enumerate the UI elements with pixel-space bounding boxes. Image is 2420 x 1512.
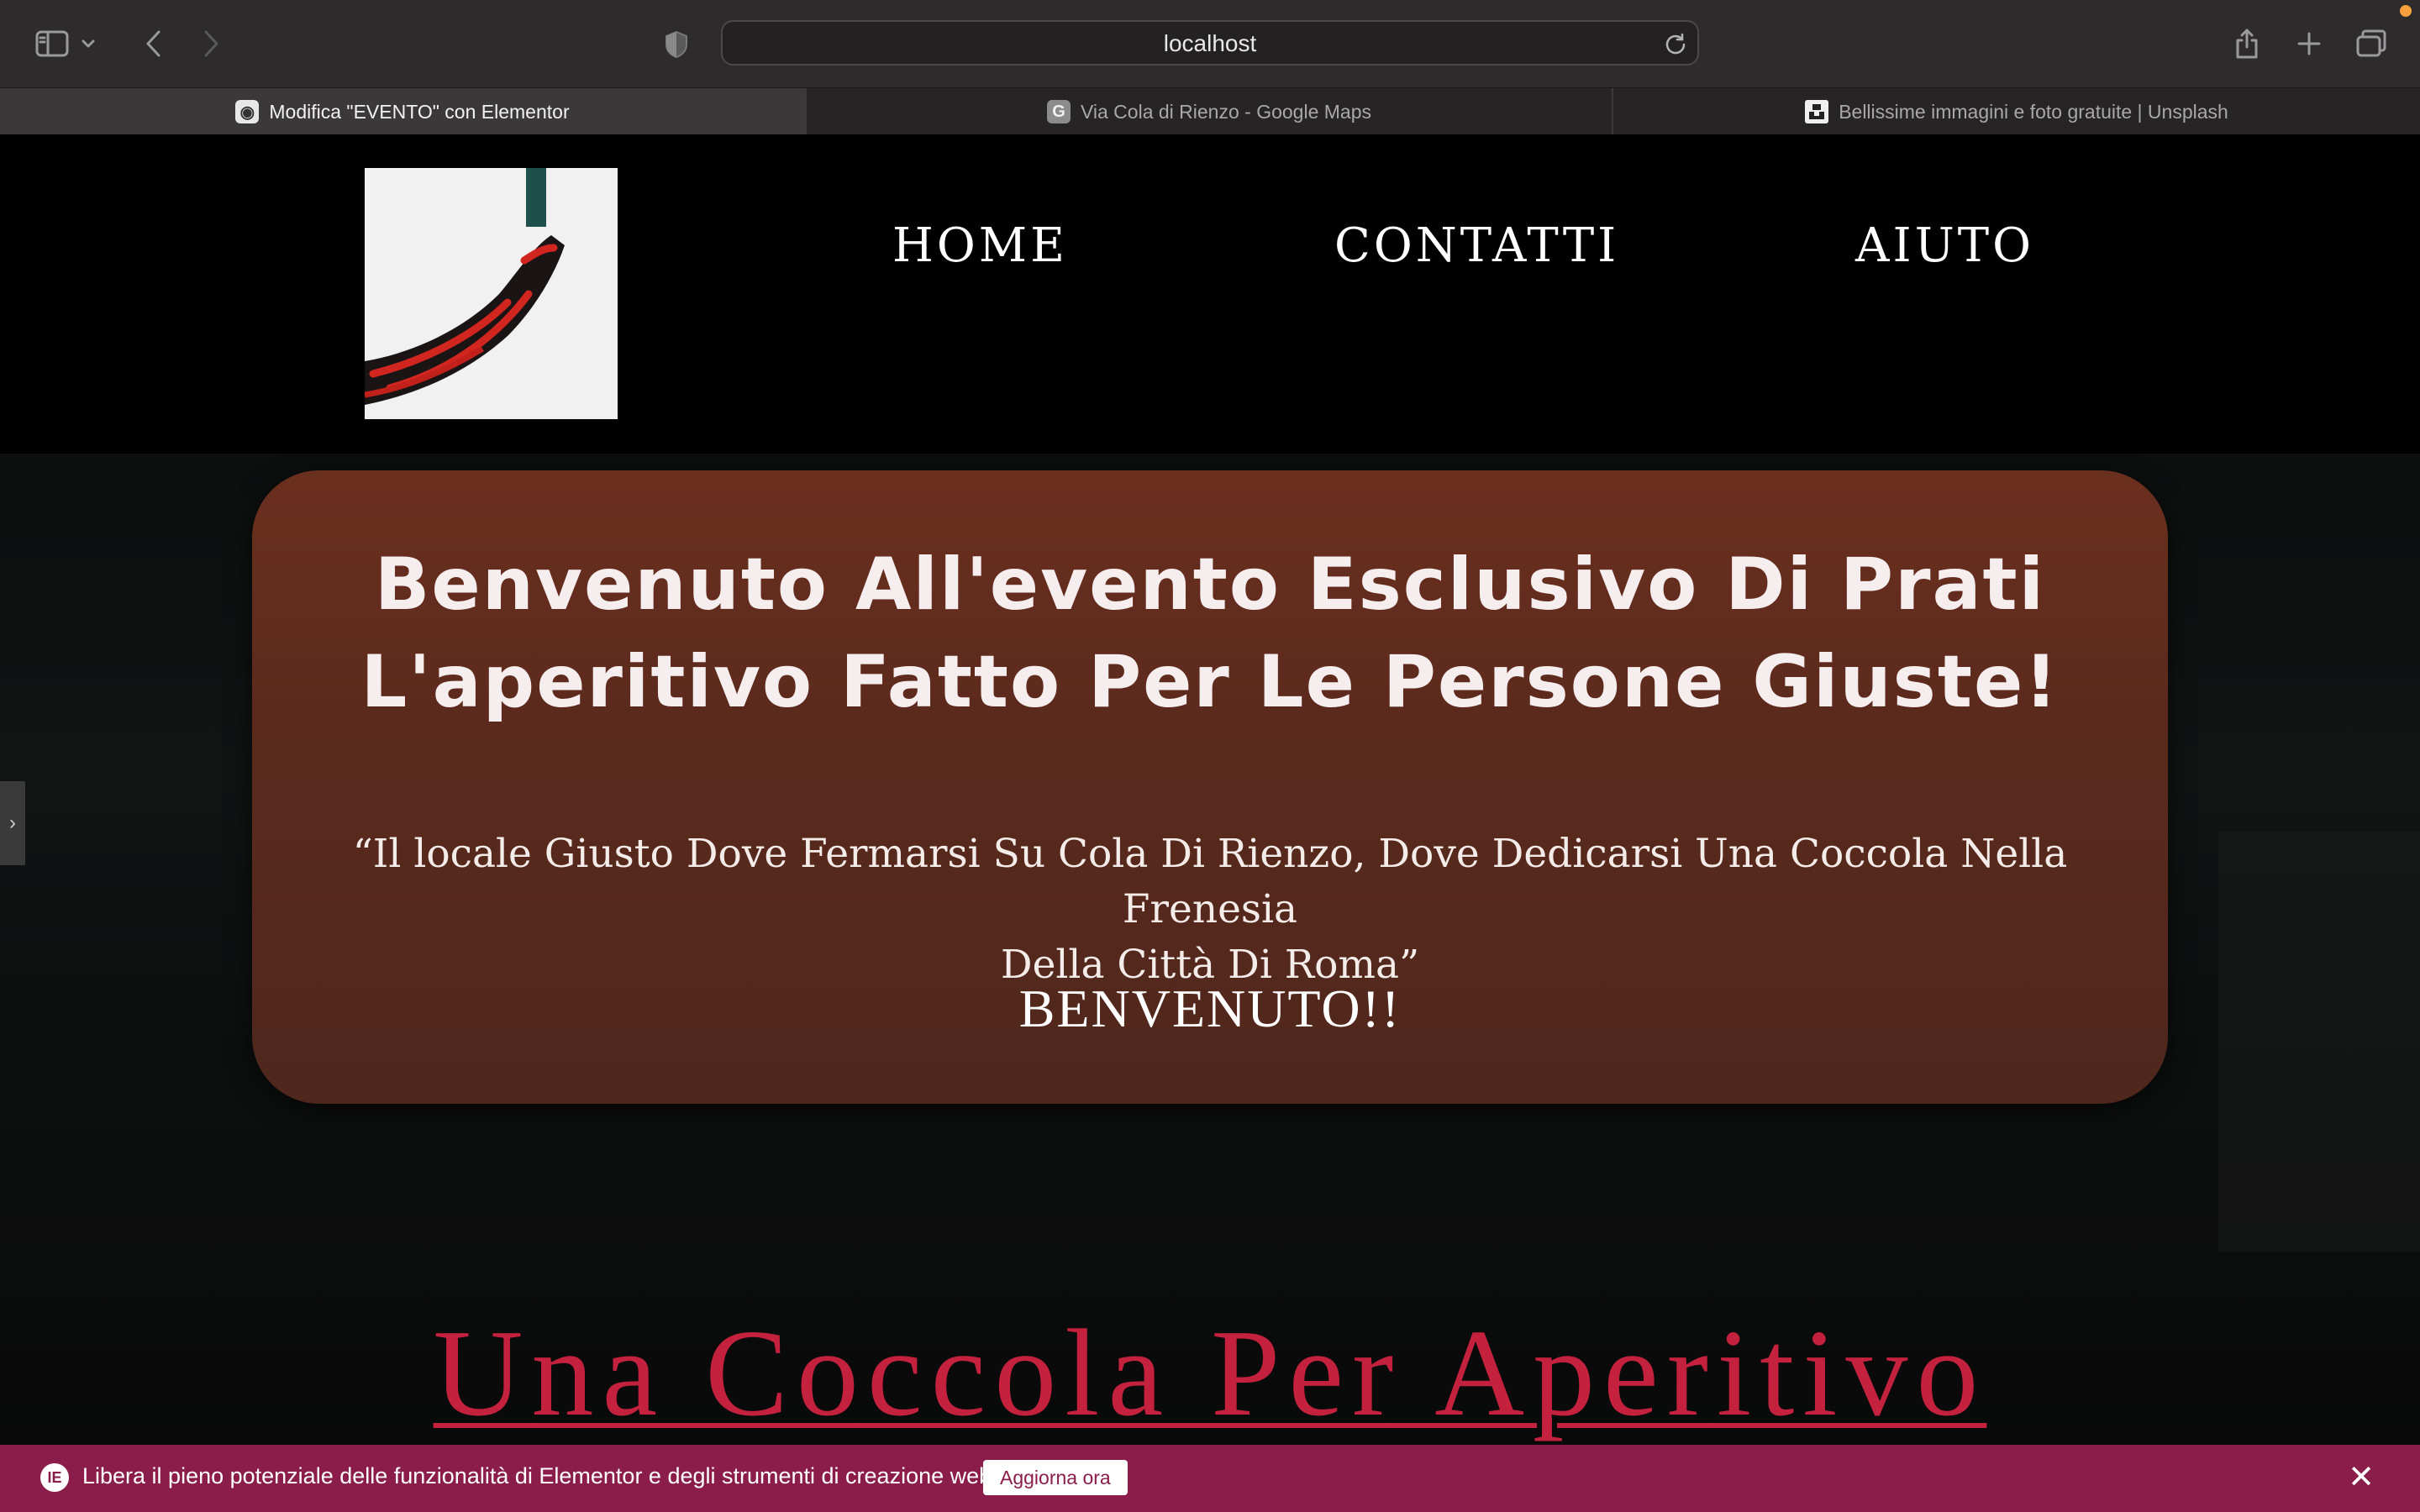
elementor-icon: IE: [40, 1463, 69, 1492]
chevron-down-icon[interactable]: [74, 22, 103, 66]
site-logo[interactable]: [365, 168, 618, 419]
close-icon[interactable]: ✕: [2348, 1462, 2375, 1494]
tab-title: Bellissime immagini e foto gratuite | Un…: [1839, 100, 2228, 123]
back-icon[interactable]: [131, 22, 175, 66]
elementor-favicon-icon: ◉: [235, 100, 260, 123]
browser-toolbar: localhost: [0, 0, 2420, 87]
tab-overview-icon[interactable]: [2349, 22, 2393, 66]
nav-home-link[interactable]: HOME: [892, 218, 1068, 273]
new-tab-icon[interactable]: [2287, 22, 2331, 66]
upgrade-button[interactable]: Aggiorna ora: [983, 1460, 1128, 1495]
panel-expand-handle[interactable]: ›: [0, 781, 25, 865]
tab-elementor[interactable]: ◉ Modifica "EVENTO" con Elementor: [0, 88, 805, 135]
address-text: localhost: [1163, 30, 1257, 56]
web-page: HOME CONTATTI AIUTO Benvenuto All'evento…: [0, 134, 2420, 1512]
notice-text: Libera il pieno potenziale delle funzion…: [82, 1463, 998, 1488]
forward-icon[interactable]: [190, 22, 234, 66]
tab-title: Via Cola di Rienzo - Google Maps: [1080, 100, 1372, 123]
welcome-heading: Benvenuto All'evento Esclusivo Di Prati …: [286, 536, 2134, 731]
tab-title: Modifica "EVENTO" con Elementor: [269, 100, 570, 123]
notification-dot: [2400, 5, 2412, 17]
privacy-shield-icon[interactable]: [664, 30, 689, 63]
tab-google-maps[interactable]: G Via Cola di Rienzo - Google Maps: [805, 88, 1612, 135]
section-title: Una Coccola Per Aperitivo: [433, 1305, 1987, 1442]
sidebar-toggle-icon[interactable]: [30, 22, 74, 66]
welcome-cta: BENVENUTO!!: [1018, 979, 1402, 1038]
address-bar[interactable]: localhost: [721, 20, 1699, 66]
share-icon[interactable]: [2225, 22, 2269, 66]
heading-line-1: Benvenuto All'evento Esclusivo Di Prati: [374, 543, 2046, 627]
tab-unsplash[interactable]: Bellissime immagini e foto gratuite | Un…: [1612, 88, 2420, 135]
nav-contatti-link[interactable]: CONTATTI: [1334, 218, 1619, 273]
nav-aiuto-link[interactable]: AIUTO: [1855, 218, 2034, 273]
tab-bar: ◉ Modifica "EVENTO" con Elementor G Via …: [0, 87, 2420, 135]
welcome-card: Benvenuto All'evento Esclusivo Di Prati …: [252, 470, 2168, 1104]
quote-line-1: “Il locale Giusto Dove Fermarsi Su Cola …: [352, 831, 2068, 932]
welcome-quote: “Il locale Giusto Dove Fermarsi Su Cola …: [302, 827, 2118, 993]
unsplash-favicon-icon: [1805, 100, 1829, 123]
elementor-notice-bar: IE Libera il pieno potenziale delle funz…: [0, 1445, 2420, 1512]
heading-line-2: L'aperitivo Fatto Per Le Persone Giuste!: [360, 640, 2060, 724]
google-favicon-icon: G: [1046, 100, 1071, 123]
reload-icon[interactable]: [1664, 32, 1687, 60]
